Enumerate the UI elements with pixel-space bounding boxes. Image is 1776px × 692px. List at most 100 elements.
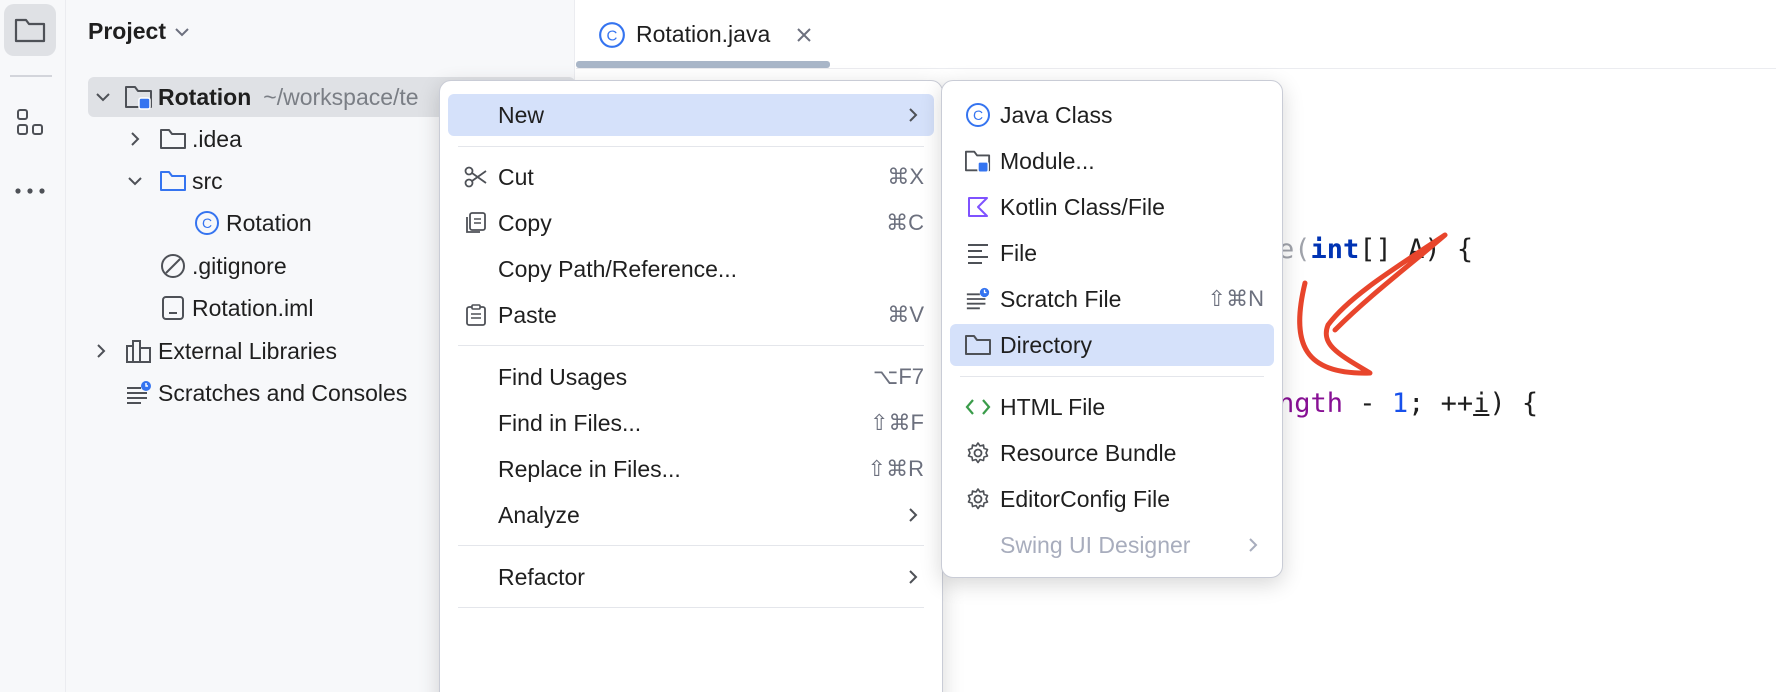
menu-separator <box>458 545 924 546</box>
menu-item-shortcut: ⌘V <box>887 302 924 327</box>
chevron-right-icon <box>906 567 920 587</box>
menu-item-label: Cut <box>498 163 534 190</box>
menu-item-label: Scratch File <box>1000 285 1122 312</box>
submenu-item-module[interactable]: Module... <box>950 140 1274 182</box>
java-class-icon: C <box>599 21 625 48</box>
close-icon[interactable] <box>794 25 814 45</box>
scratch-icon <box>124 378 154 408</box>
svg-text:C: C <box>607 27 618 44</box>
ignored-file-icon <box>158 251 188 281</box>
menu-item-copy[interactable]: Copy ⌘C <box>448 202 934 244</box>
code-token: - <box>1343 388 1392 419</box>
menu-item-new[interactable]: New <box>448 94 934 136</box>
code-variable: i <box>1473 388 1490 419</box>
menu-item-label: File <box>1000 239 1038 266</box>
project-header[interactable]: Project <box>88 18 190 45</box>
tool-window-strip <box>0 0 66 692</box>
chevron-down-icon[interactable] <box>122 168 148 194</box>
scratch-icon <box>964 285 992 313</box>
menu-item-label: Refactor <box>498 563 585 590</box>
chevron-right-icon <box>906 505 920 525</box>
tree-item-label: .gitignore <box>192 252 287 279</box>
menu-item-analyze[interactable]: Analyze <box>448 494 934 536</box>
menu-item-label: Swing UI Designer <box>1000 531 1191 558</box>
tab-label: Rotation.java <box>636 21 771 47</box>
folder-icon <box>158 124 188 154</box>
menu-item-label: New <box>498 101 545 128</box>
module-folder-icon <box>124 82 154 112</box>
tree-item-label: Rotation <box>226 209 312 236</box>
chevron-down-icon <box>175 27 189 36</box>
menu-item-label: HTML File <box>1000 393 1106 420</box>
structure-tool-button[interactable] <box>4 96 56 148</box>
iml-file-icon <box>158 293 188 323</box>
menu-item-label: Kotlin Class/File <box>1000 193 1165 220</box>
menu-item-copy-path[interactable]: Copy Path/Reference... <box>448 248 934 290</box>
scissors-icon <box>462 163 490 191</box>
menu-item-cut[interactable]: Cut ⌘X <box>448 156 934 198</box>
chevron-right-icon <box>906 105 920 125</box>
tree-item-label: Rotation <box>158 83 252 110</box>
menu-item-paste[interactable]: Paste ⌘V <box>448 294 934 336</box>
menu-item-find-in-files[interactable]: Find in Files... ⇧⌘F <box>448 402 934 444</box>
structure-icon <box>17 109 43 135</box>
menu-item-shortcut: ⇧⌘F <box>870 410 924 435</box>
paste-icon <box>462 301 490 329</box>
menu-item-label: Copy <box>498 209 552 236</box>
menu-item-replace-in-files[interactable]: Replace in Files... ⇧⌘R <box>448 448 934 490</box>
menu-item-refactor[interactable]: Refactor <box>448 556 934 598</box>
more-tools-button[interactable] <box>4 165 56 217</box>
svg-text:C: C <box>973 107 983 123</box>
chevron-right-icon <box>1246 535 1260 555</box>
gear-icon <box>964 485 992 513</box>
chevron-right-icon[interactable] <box>122 126 148 152</box>
active-tab-indicator <box>576 61 830 68</box>
tree-item-scratches[interactable]: Scratches and Consoles <box>124 373 407 413</box>
html-icon <box>964 393 992 421</box>
menu-separator <box>458 345 924 346</box>
folder-icon <box>14 18 46 43</box>
menu-item-label: Analyze <box>498 501 580 528</box>
menu-item-label: Replace in Files... <box>498 455 681 482</box>
submenu-item-java-class[interactable]: C Java Class <box>950 94 1274 136</box>
submenu-item-directory[interactable]: Directory <box>950 324 1274 366</box>
library-icon <box>124 336 154 366</box>
gear-icon <box>964 439 992 467</box>
folder-icon <box>964 331 992 359</box>
submenu-item-html-file[interactable]: HTML File <box>950 386 1274 428</box>
tool-strip-divider <box>10 75 52 77</box>
java-class-icon: C <box>192 208 222 238</box>
tree-item-label: External Libraries <box>158 337 337 364</box>
tree-item-idea[interactable]: .idea <box>122 119 242 159</box>
chevron-right-icon[interactable] <box>88 338 114 364</box>
tab-rotation-java[interactable]: C Rotation.java <box>576 0 830 69</box>
tree-item-iml[interactable]: Rotation.iml <box>158 288 313 328</box>
source-folder-icon <box>158 166 188 196</box>
menu-item-label: Find Usages <box>498 363 628 390</box>
menu-item-shortcut: ⇧⌘R <box>867 456 924 481</box>
submenu-item-resource-bundle[interactable]: Resource Bundle <box>950 432 1274 474</box>
menu-item-label: Resource Bundle <box>1000 439 1177 466</box>
tree-item-gitignore[interactable]: .gitignore <box>158 246 287 286</box>
menu-item-shortcut: ⌘C <box>886 210 924 235</box>
annotation-arrow-scribble <box>1297 232 1448 376</box>
menu-separator <box>458 146 924 147</box>
submenu-item-kotlin[interactable]: Kotlin Class/File <box>950 186 1274 228</box>
tree-item-label: Scratches and Consoles <box>158 379 408 406</box>
tree-item-rotation-class[interactable]: C Rotation <box>192 203 312 243</box>
tree-item-src[interactable]: src <box>122 161 223 201</box>
submenu-item-file[interactable]: File <box>950 232 1274 274</box>
project-tool-button[interactable] <box>4 4 56 56</box>
code-line-loop[interactable]: ngth - 1; ++i) { <box>1278 388 1538 419</box>
new-submenu: C Java Class Module... Kotlin Class/File… <box>941 80 1283 578</box>
more-icon <box>15 188 45 194</box>
svg-text:C: C <box>202 215 212 231</box>
submenu-item-editorconfig[interactable]: EditorConfig File <box>950 478 1274 520</box>
submenu-item-scratch-file[interactable]: Scratch File ⇧⌘N <box>950 278 1274 320</box>
menu-item-label: Module... <box>1000 147 1095 174</box>
chevron-down-icon[interactable] <box>90 84 116 110</box>
menu-item-find-usages[interactable]: Find Usages ⌥F7 <box>448 356 934 398</box>
submenu-item-swing-ui-designer: Swing UI Designer <box>950 524 1274 566</box>
menu-item-label: Java Class <box>1000 101 1113 128</box>
tree-item-external-libraries[interactable]: External Libraries <box>88 331 337 371</box>
